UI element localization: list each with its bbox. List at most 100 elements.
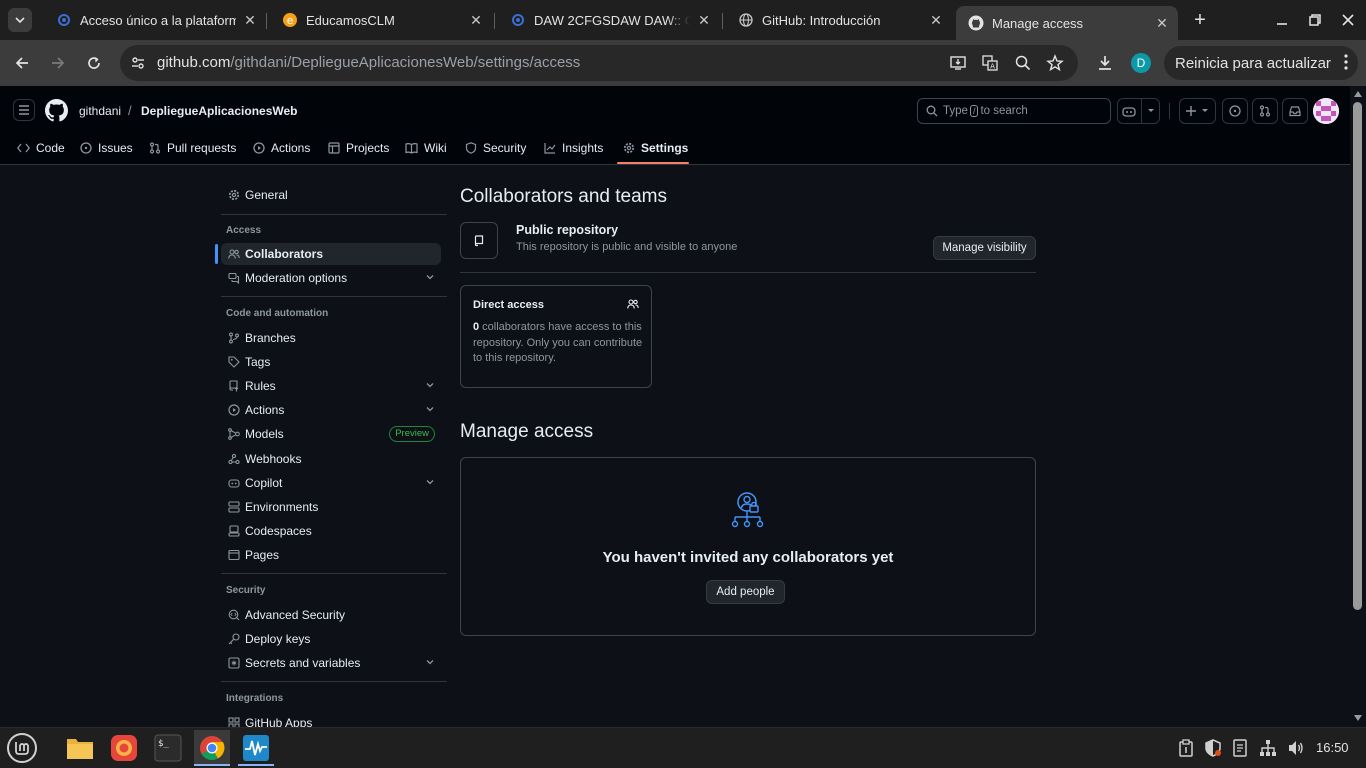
close-icon[interactable]: ✕	[696, 12, 712, 28]
tab-settings-label: Settings	[641, 141, 689, 155]
git-branch-icon	[227, 331, 241, 345]
sidebar-item-webhooks[interactable]: Webhooks	[221, 448, 441, 470]
sidebar-item-models[interactable]: Models Preview	[221, 423, 441, 445]
create-new-button[interactable]	[1179, 98, 1216, 124]
sidebar-item-environments[interactable]: Environments	[221, 496, 441, 518]
clipboard-icon[interactable]	[1178, 739, 1194, 757]
repo-name-link[interactable]: DepliegueAplicacionesWeb	[141, 104, 298, 118]
sidebar-item-general[interactable]: General	[221, 184, 441, 206]
install-app-icon[interactable]	[949, 54, 967, 72]
shield-update-icon[interactable]	[1204, 739, 1222, 757]
github-logo-icon[interactable]	[45, 99, 68, 122]
active-tab-underline	[617, 162, 689, 164]
translate-icon[interactable]: A	[981, 54, 999, 72]
site-info-icon[interactable]	[130, 55, 146, 71]
chevron-down-icon	[15, 17, 25, 24]
profile-avatar[interactable]: D	[1131, 53, 1151, 73]
close-icon[interactable]: ✕	[928, 12, 944, 28]
close-icon[interactable]: ✕	[468, 12, 484, 28]
sidebar-item-secrets[interactable]: Secrets and variables	[221, 652, 441, 674]
global-nav-menu-button[interactable]	[13, 99, 35, 121]
new-tab-button[interactable]: +	[1188, 8, 1212, 32]
terminal-app[interactable]: $_	[150, 730, 186, 766]
start-menu-button[interactable]	[4, 730, 40, 766]
sidebar-item-label: Environments	[245, 500, 319, 514]
browser-tab[interactable]: DAW 2CFGSDAW DAW:: GitH ✕	[498, 6, 720, 34]
sidebar-item-actions[interactable]: Actions	[221, 399, 441, 421]
browser-tab[interactable]: GitHub: Introducción ✕	[726, 6, 952, 34]
volume-icon[interactable]	[1287, 739, 1305, 757]
reload-icon	[88, 57, 100, 69]
tab-code[interactable]: Code	[17, 138, 65, 158]
browser-tab[interactable]: e EducamosCLM ✕	[270, 6, 492, 34]
tab-wiki[interactable]: Wiki	[405, 138, 447, 158]
monitor-app[interactable]	[238, 730, 274, 766]
public-repository-desc: This repository is public and visible to…	[516, 241, 738, 253]
tab-security[interactable]: Security	[465, 138, 526, 158]
sidebar-item-tags[interactable]: Tags	[221, 351, 441, 373]
address-bar[interactable]: github.com/githdani/DepliegueAplicacione…	[120, 45, 1078, 81]
files-app[interactable]	[62, 730, 98, 766]
pull-requests-button[interactable]	[1252, 98, 1278, 124]
sidebar-item-label: Webhooks	[245, 452, 302, 466]
tab-pull-requests[interactable]: Pull requests	[149, 138, 236, 158]
add-people-button[interactable]: Add people	[706, 580, 785, 604]
repo-owner-link[interactable]: githdani	[79, 104, 121, 118]
tab-label: DAW 2CFGSDAW DAW:: GitH	[534, 12, 690, 28]
sidebar-item-copilot[interactable]: Copilot	[221, 472, 441, 494]
tab-actions[interactable]: Actions	[253, 138, 310, 158]
github-header: githdani / DepliegueAplicacionesWeb Type…	[0, 86, 1350, 165]
tab-issues[interactable]: Issues	[80, 138, 133, 158]
bookmark-star-icon[interactable]	[1046, 54, 1064, 72]
page-scrollbar[interactable]	[1350, 86, 1366, 727]
network-icon[interactable]	[1259, 739, 1277, 757]
downloads-button[interactable]	[1089, 47, 1121, 79]
sidebar-item-codespaces[interactable]: Codespaces	[221, 520, 441, 542]
notes-icon[interactable]	[1232, 739, 1248, 757]
sidebar-item-advanced-security[interactable]: Advanced Security	[221, 604, 441, 626]
direct-access-desc: 0 collaborators have access to this repo…	[473, 320, 643, 367]
close-icon[interactable]: ✕	[1154, 15, 1170, 31]
manage-access-title: Manage access	[460, 421, 594, 442]
sidebar-item-branches[interactable]: Branches	[221, 327, 441, 349]
sidebar-item-pages[interactable]: Pages	[221, 544, 441, 566]
sidebar-item-moderation[interactable]: Moderation options	[221, 267, 441, 289]
tag-icon	[227, 355, 241, 369]
back-button[interactable]	[6, 47, 38, 79]
clock[interactable]: 16:50	[1316, 740, 1349, 755]
reload-button[interactable]	[78, 47, 110, 79]
search-input[interactable]: Type / to search	[917, 98, 1111, 124]
maximize-button[interactable]	[1305, 12, 1325, 28]
public-repository-title: Public repository	[516, 223, 619, 237]
search-placeholder-pre: Type	[943, 105, 968, 117]
copilot-button[interactable]	[1117, 98, 1160, 124]
user-avatar[interactable]	[1313, 98, 1339, 124]
chrome-app[interactable]	[194, 730, 230, 766]
scroll-up-arrow-icon[interactable]	[1354, 91, 1362, 97]
tab-projects[interactable]: Projects	[328, 138, 389, 158]
issues-button[interactable]	[1222, 98, 1248, 124]
browser-tab[interactable]: Acceso único a la plataform ✕	[44, 6, 266, 34]
tab-insights[interactable]: Insights	[544, 138, 603, 158]
manage-visibility-button[interactable]: Manage visibility	[933, 236, 1036, 260]
active-indicator	[215, 244, 218, 264]
close-window-button[interactable]	[1338, 12, 1358, 28]
scrollbar-thumb[interactable]	[1353, 102, 1362, 610]
browser-tab-active[interactable]: Manage access ✕	[956, 6, 1178, 40]
sidebar-item-rules[interactable]: Rules	[221, 375, 441, 397]
minimize-button[interactable]	[1272, 12, 1292, 28]
tab-search-button[interactable]	[8, 8, 32, 32]
close-icon[interactable]: ✕	[242, 12, 258, 28]
scroll-down-arrow-icon[interactable]	[1354, 715, 1362, 721]
browser-icon	[227, 548, 241, 562]
update-button[interactable]: Reinicia para actualizar	[1164, 46, 1358, 80]
people-icon	[627, 299, 639, 309]
sidebar-item-deploy-keys[interactable]: Deploy keys	[221, 628, 441, 650]
zoom-icon[interactable]	[1014, 54, 1032, 72]
inbox-button[interactable]	[1282, 98, 1308, 124]
tab-settings[interactable]: Settings	[623, 138, 688, 158]
sidebar-item-collaborators[interactable]: Collaborators	[221, 243, 441, 265]
sidebar-heading-access: Access	[226, 225, 262, 236]
forward-button[interactable]	[42, 47, 74, 79]
firefox-app[interactable]	[106, 730, 142, 766]
